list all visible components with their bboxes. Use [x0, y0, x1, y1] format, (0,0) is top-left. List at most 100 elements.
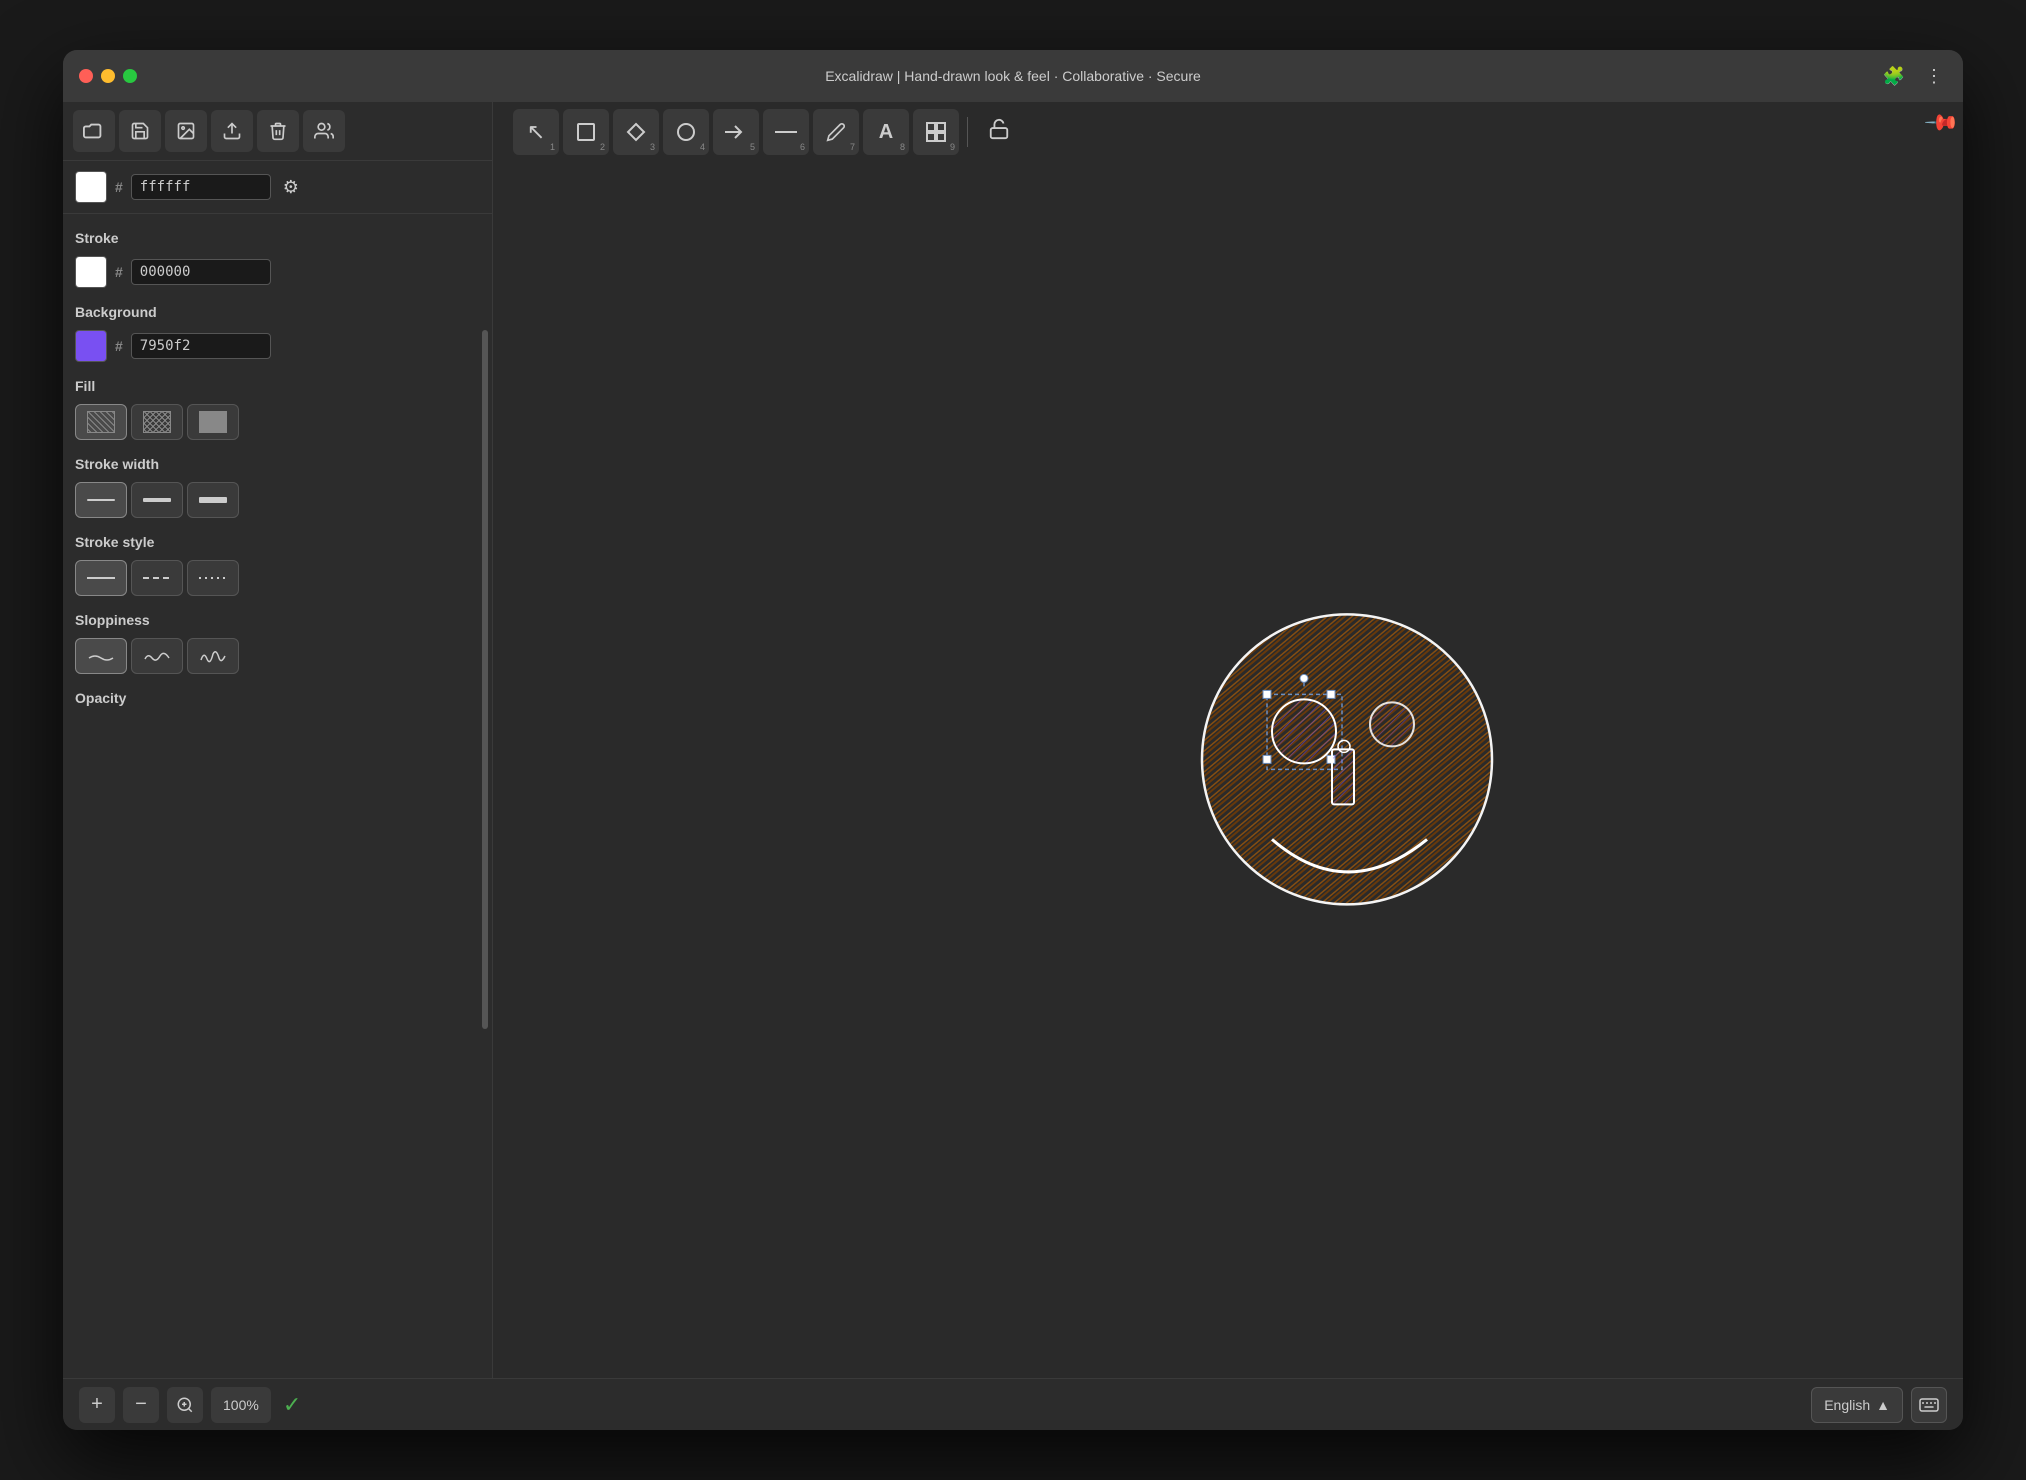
stroke-color-row: # — [75, 256, 480, 288]
language-selector[interactable]: English ▲ — [1811, 1387, 1903, 1423]
zoom-in-button[interactable]: + — [79, 1387, 115, 1423]
fill-hatch-button[interactable] — [75, 404, 127, 440]
stroke-color-input[interactable] — [131, 259, 271, 285]
color-bar-section: # ⚙ — [63, 161, 492, 214]
bottom-right: English ▲ — [1811, 1387, 1947, 1423]
keyboard-shortcuts-button[interactable] — [1911, 1387, 1947, 1423]
background-section: Background # — [75, 304, 480, 362]
canvas-area[interactable]: ↖ 1 2 3 — [493, 102, 1963, 1378]
fill-label: Fill — [75, 378, 480, 394]
status-icon: ✓ — [283, 1392, 301, 1418]
canvas-color-swatch[interactable] — [75, 171, 107, 203]
rectangle-tool-num: 2 — [600, 142, 605, 152]
titlebar-actions: 🧩 ⋮ — [1879, 62, 1947, 91]
zoom-out-button[interactable]: − — [123, 1387, 159, 1423]
background-color-input[interactable] — [131, 333, 271, 359]
main-area: # ⚙ Stroke # — [63, 102, 1963, 1378]
properties-panel: Stroke # Background # — [63, 214, 492, 732]
lock-tool[interactable] — [976, 109, 1022, 155]
ellipse-tool-num: 4 — [700, 142, 705, 152]
diamond-tool[interactable]: 3 — [613, 109, 659, 155]
zoom-value-button[interactable]: 100% — [211, 1387, 271, 1423]
zoom-percentage: 100% — [223, 1397, 259, 1413]
stroke-style-options — [75, 560, 480, 596]
close-button[interactable] — [79, 69, 93, 83]
canvas-hash: # — [115, 179, 123, 195]
arrow-tool-num: 5 — [750, 142, 755, 152]
diamond-tool-num: 3 — [650, 142, 655, 152]
slop-artist-button[interactable] — [131, 638, 183, 674]
select-tool-num: 1 — [550, 142, 555, 152]
toolbar-divider — [967, 117, 968, 147]
image-tool-num: 9 — [950, 142, 955, 152]
share-button[interactable] — [303, 110, 345, 152]
canvas-color-input[interactable] — [131, 174, 271, 200]
color-settings-icon[interactable]: ⚙ — [283, 177, 299, 198]
stroke-width-options — [75, 482, 480, 518]
text-tool-num: 8 — [900, 142, 905, 152]
fill-hatch-icon — [87, 411, 115, 433]
stroke-style-section: Stroke style — [75, 534, 480, 596]
stroke-thin-icon — [87, 499, 115, 501]
export-button[interactable] — [211, 110, 253, 152]
ellipse-tool[interactable]: 4 — [663, 109, 709, 155]
window-title: Excalidraw | Hand-drawn look & feel · Co… — [825, 68, 1201, 84]
stroke-thin-button[interactable] — [75, 482, 127, 518]
stroke-width-section: Stroke width — [75, 456, 480, 518]
titlebar: Excalidraw | Hand-drawn look & feel · Co… — [63, 50, 1963, 102]
background-hash: # — [115, 338, 123, 354]
scrollbar-indicator[interactable] — [482, 330, 488, 1028]
stroke-section: Stroke # — [75, 230, 480, 288]
left-panel: # ⚙ Stroke # — [63, 102, 493, 1378]
fill-section: Fill — [75, 378, 480, 440]
stroke-medium-button[interactable] — [131, 482, 183, 518]
canvas-color-row: # ⚙ — [75, 171, 480, 203]
background-swatch[interactable] — [75, 330, 107, 362]
stroke-dotted-icon — [199, 577, 227, 579]
open-folder-button[interactable] — [73, 110, 115, 152]
image-tool[interactable]: 9 — [913, 109, 959, 155]
sloppiness-section: Sloppiness — [75, 612, 480, 674]
fill-solid-button[interactable] — [187, 404, 239, 440]
fill-cross-hatch-button[interactable] — [131, 404, 183, 440]
pencil-tool-num: 7 — [850, 142, 855, 152]
text-tool[interactable]: A 8 — [863, 109, 909, 155]
file-toolbar — [63, 102, 492, 161]
stroke-medium-icon — [143, 498, 171, 502]
zoom-in-icon: + — [91, 1393, 103, 1416]
stroke-solid-button[interactable] — [75, 560, 127, 596]
slop-cartoonist-button[interactable] — [187, 638, 239, 674]
arrow-tool[interactable]: 5 — [713, 109, 759, 155]
save-button[interactable] — [119, 110, 161, 152]
app-window: Excalidraw | Hand-drawn look & feel · Co… — [63, 50, 1963, 1430]
sloppiness-label: Sloppiness — [75, 612, 480, 628]
sloppiness-options — [75, 638, 480, 674]
zoom-out-icon: − — [135, 1393, 147, 1416]
background-color-row: # — [75, 330, 480, 362]
opacity-section: Opacity — [75, 690, 480, 706]
slop-architect-button[interactable] — [75, 638, 127, 674]
stroke-dashed-button[interactable] — [131, 560, 183, 596]
clear-button[interactable] — [257, 110, 299, 152]
stroke-dashed-icon — [143, 577, 171, 579]
opacity-label: Opacity — [75, 690, 480, 706]
extensions-button[interactable]: 🧩 — [1879, 62, 1909, 91]
select-tool[interactable]: ↖ 1 — [513, 109, 559, 155]
stroke-dotted-button[interactable] — [187, 560, 239, 596]
maximize-button[interactable] — [123, 69, 137, 83]
fill-options — [75, 404, 480, 440]
rectangle-tool[interactable]: 2 — [563, 109, 609, 155]
menu-button[interactable]: ⋮ — [1921, 62, 1947, 91]
language-label: English — [1824, 1397, 1870, 1413]
stroke-thick-button[interactable] — [187, 482, 239, 518]
zoom-fit-button[interactable] — [167, 1387, 203, 1423]
minimize-button[interactable] — [101, 69, 115, 83]
export-image-button[interactable] — [165, 110, 207, 152]
stroke-hash: # — [115, 264, 123, 280]
stroke-swatch[interactable] — [75, 256, 107, 288]
stroke-solid-icon — [87, 577, 115, 579]
line-tool[interactable]: 6 — [763, 109, 809, 155]
stroke-width-label: Stroke width — [75, 456, 480, 472]
canvas-drawing — [1177, 574, 1517, 919]
pencil-tool[interactable]: 7 — [813, 109, 859, 155]
